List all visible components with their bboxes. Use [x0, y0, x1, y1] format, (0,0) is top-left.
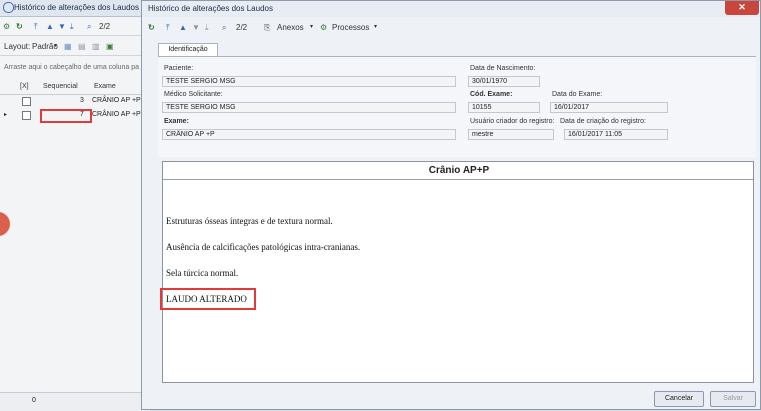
tab-identificacao[interactable]: Identificação: [158, 43, 218, 57]
previous-record-icon[interactable]: ▲: [46, 20, 54, 33]
row-exame: CRÂNIO AP +P: [92, 97, 141, 104]
report-paragraph: Estruturas ósseas íntegras e de textura …: [166, 216, 333, 226]
exame-label: Exame:: [164, 118, 189, 125]
save-button[interactable]: Salvar: [710, 391, 756, 407]
report-paragraph: Sela túrcica normal.: [166, 268, 239, 278]
current-row-indicator-icon: ▸: [4, 112, 8, 118]
usuario-field[interactable]: mestre: [468, 129, 554, 140]
chevron-down-icon[interactable]: ▾: [374, 21, 377, 34]
process-icon: ⚙: [320, 23, 328, 32]
grid-footer: 0: [0, 392, 150, 411]
background-window-titlebar: Histórico de alterações dos Laudos: [0, 0, 150, 17]
previous-record-icon[interactable]: ▲: [179, 21, 187, 34]
identification-panel: Paciente: TESTE SERGIO MSG Data de Nasci…: [158, 56, 756, 157]
highlight-annotation: [40, 109, 92, 123]
document-divider: [163, 179, 753, 180]
first-record-icon[interactable]: ⤒: [34, 20, 38, 33]
report-paragraph: Ausência de calcificações patológicas in…: [166, 242, 361, 252]
medico-field[interactable]: TESTE SERGIO MSG: [162, 102, 456, 113]
last-record-icon[interactable]: ⤓: [70, 20, 74, 33]
criacao-field[interactable]: 16/01/2017 11:05: [564, 129, 668, 140]
columns-icon[interactable]: ▥: [92, 40, 100, 53]
document-title: Crânio AP+P: [428, 165, 490, 176]
background-toolbar: ⚙ ↻ ⤒ ▲ ▼ ⤓ ⌕ 2/2: [0, 18, 150, 36]
refresh-icon[interactable]: ↻: [16, 20, 23, 33]
table-row[interactable]: 3 CRÂNIO AP +P: [0, 96, 150, 107]
layout-label: Layout:: [4, 42, 31, 51]
row-exame: CRÂNIO AP +P: [92, 111, 141, 118]
chevron-down-icon[interactable]: ▾: [310, 21, 313, 34]
export-icon[interactable]: ▣: [106, 40, 114, 53]
report-document[interactable]: Crânio AP+P Estruturas ósseas íntegras e…: [162, 161, 754, 383]
app-icon: [3, 2, 14, 13]
highlight-annotation: [160, 288, 256, 310]
cancel-button[interactable]: Cancelar: [654, 391, 704, 407]
grid-header: [X] Sequencial Exame: [0, 82, 150, 95]
grid-icon[interactable]: ▤: [78, 40, 86, 53]
nascimento-field[interactable]: 30/01/1970: [468, 76, 540, 87]
paciente-field[interactable]: TESTE SERGIO MSG: [162, 76, 456, 87]
cod-exame-label: Cód. Exame:: [470, 91, 513, 98]
footer-count: 0: [32, 397, 36, 404]
last-record-icon[interactable]: ⤓: [205, 21, 209, 34]
column-header-sequencial[interactable]: Sequencial: [43, 83, 78, 90]
medico-label: Médico Solicitante:: [164, 91, 223, 98]
cod-exame-field[interactable]: 10155: [468, 102, 540, 113]
background-window-title: Histórico de alterações dos Laudos: [14, 3, 139, 12]
anexos-menu[interactable]: Anexos: [277, 21, 304, 34]
next-record-icon[interactable]: ▼: [58, 20, 66, 33]
close-button[interactable]: ✕: [725, 1, 759, 15]
exame-field[interactable]: CRÂNIO AP +P: [162, 129, 456, 140]
background-window: Histórico de alterações dos Laudos ⚙ ↻ ⤒…: [0, 0, 151, 411]
data-exame-label: Data do Exame:: [552, 91, 603, 98]
row-checkbox[interactable]: [22, 97, 31, 106]
find-icon[interactable]: ⌕: [222, 21, 226, 34]
record-counter: 2/2: [99, 22, 111, 31]
row-sequencial: 3: [80, 97, 84, 104]
data-exame-field[interactable]: 16/01/2017: [550, 102, 668, 113]
nascimento-label: Data de Nascimento:: [470, 65, 536, 72]
settings-icon[interactable]: ⚙: [3, 20, 10, 33]
find-icon[interactable]: ⌕: [87, 20, 91, 33]
dialog-toolbar: ↻ ⤒ ▲ ▼ ⤓ ⌕ 2/2 ⎘ Anexos ▾ ⚙ Processos ▾: [146, 19, 756, 36]
paciente-label: Paciente:: [164, 65, 194, 72]
next-record-icon[interactable]: ▼: [192, 21, 200, 34]
first-record-icon[interactable]: ⤒: [166, 21, 170, 34]
column-header-exame[interactable]: Exame: [94, 83, 116, 90]
dialog-titlebar: Histórico de alterações dos Laudos: [142, 1, 760, 17]
group-by-hint: Arraste aqui o cabeçalho de uma coluna p…: [4, 64, 140, 71]
layout-toolbar: Layout: Padrão ▾ ▦ ▤ ▥ ▣: [0, 38, 150, 56]
column-header-selected[interactable]: [X]: [20, 83, 29, 90]
save-layout-icon[interactable]: ▦: [64, 40, 72, 53]
criacao-label: Data de criação do registro:: [560, 118, 646, 125]
refresh-icon[interactable]: ↻: [148, 21, 155, 34]
usuario-label: Usuário criador do registro:: [470, 118, 555, 125]
chevron-down-icon[interactable]: ▾: [54, 40, 57, 53]
dialog-title: Histórico de alterações dos Laudos: [148, 4, 273, 13]
paperclip-icon: ⎘: [264, 23, 271, 32]
history-dialog: Histórico de alterações dos Laudos ✕ ↻ ⤒…: [141, 0, 761, 410]
row-checkbox[interactable]: [22, 111, 31, 120]
processos-menu[interactable]: Processos: [332, 21, 369, 34]
record-counter: 2/2: [236, 23, 248, 32]
